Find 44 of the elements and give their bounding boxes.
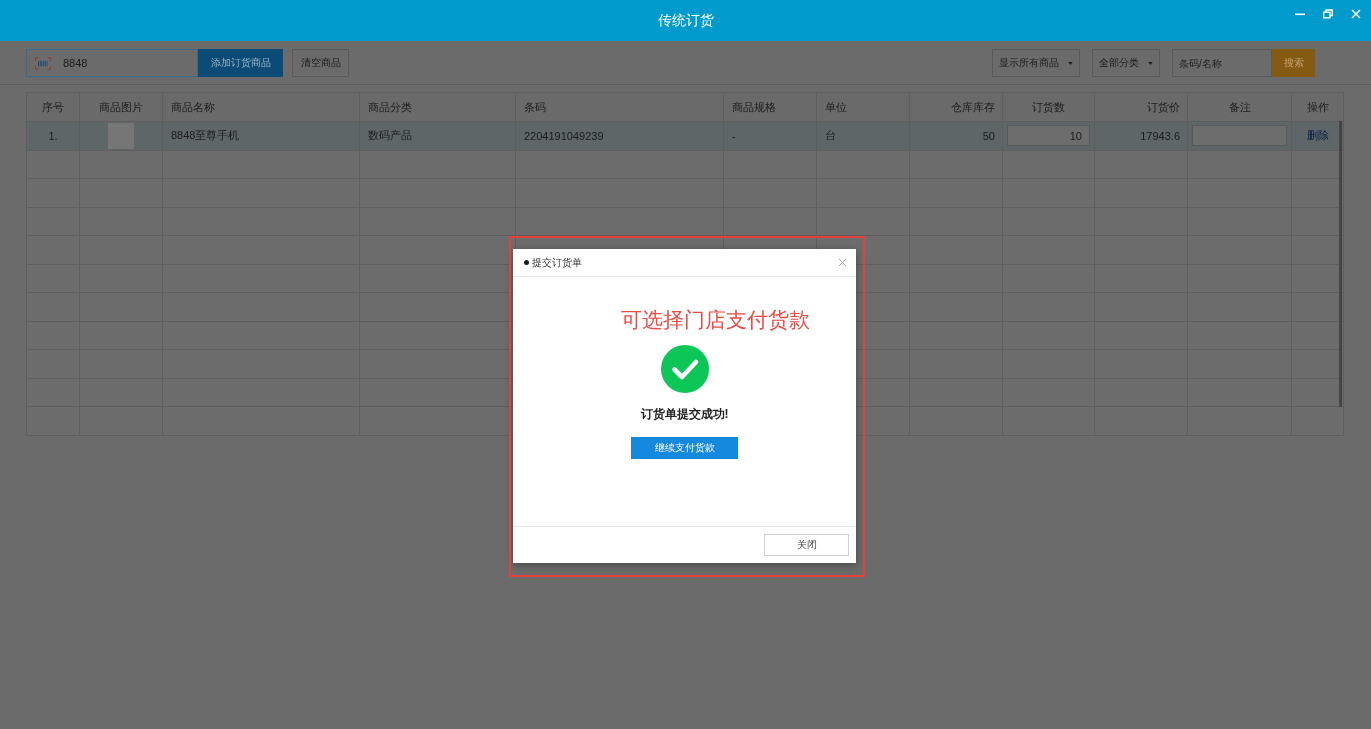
close-icon[interactable]	[838, 258, 847, 267]
table-cell: 1.	[26, 121, 80, 150]
table-cell: 台	[816, 121, 910, 150]
close-button[interactable]: 关闭	[764, 534, 849, 556]
bullet-icon	[524, 260, 529, 265]
column-header: 订货价	[1094, 92, 1188, 122]
column-header: 备注	[1187, 92, 1292, 122]
column-header: 商品名称	[162, 92, 360, 122]
scan-input-field[interactable]: 8848	[26, 49, 198, 77]
column-header: 序号	[26, 92, 80, 122]
column-header: 订货数	[1002, 92, 1095, 122]
column-header: 商品分类	[359, 92, 516, 122]
scan-frame-icon	[35, 57, 51, 70]
filter-dropdown[interactable]: 全部分类	[1092, 49, 1160, 77]
column-header: 操作	[1291, 92, 1344, 122]
column-header: 条码	[515, 92, 724, 122]
caret-icon	[1148, 61, 1153, 65]
table-cell: 8848至尊手机	[162, 121, 360, 150]
clear-items-button[interactable]: 清空商品	[292, 49, 349, 77]
column-header: 商品规格	[723, 92, 817, 122]
column-header: 单位	[816, 92, 910, 122]
column-header: 商品图片	[79, 92, 163, 122]
filter-dropdown[interactable]: 显示所有商品	[992, 49, 1080, 77]
window-title: 传统订货	[657, 11, 714, 30]
dialog-title: 提交订货单	[532, 255, 583, 270]
caret-icon	[1068, 61, 1073, 65]
table-cell: 数码产品	[359, 121, 516, 150]
search-field[interactable]: 条码/名称	[1172, 49, 1272, 77]
table-cell: 17943.6	[1094, 121, 1188, 150]
annotation-text: 可选择门店支付货款	[620, 307, 810, 333]
table-cell: 2204191049239	[515, 121, 724, 150]
search-button[interactable]: 搜索	[1272, 49, 1315, 77]
check-circle-icon	[660, 345, 709, 393]
success-message: 订货单提交成功!	[640, 406, 729, 422]
table-cell: 50	[909, 121, 1003, 150]
table-cell: -	[723, 121, 817, 150]
continue-payment-button[interactable]: 继续支付货款	[631, 437, 738, 459]
delete-link[interactable]: 删除	[1306, 129, 1329, 142]
image-placeholder	[108, 122, 134, 149]
cell-input-field[interactable]: 10	[1007, 125, 1090, 147]
column-header: 仓库库存	[909, 92, 1003, 122]
restore-icon[interactable]	[1323, 9, 1333, 19]
table-row[interactable]: 1. 8848至尊手机 数码产品 2204191049239 - 台 50 10 17943.6 删除	[26, 121, 1344, 150]
add-order-item-button[interactable]: 添加订货商品	[198, 49, 283, 77]
